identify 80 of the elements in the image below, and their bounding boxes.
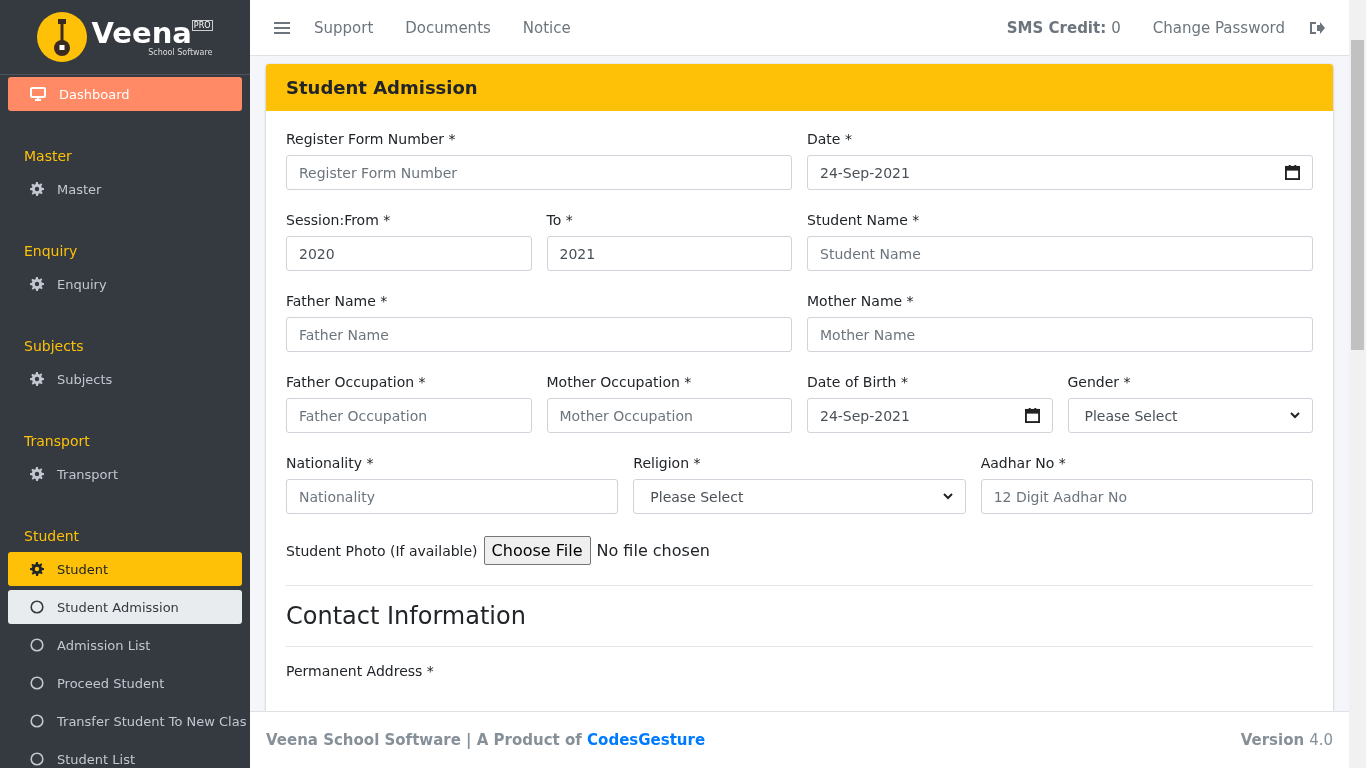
menu-section-title: Enquiry	[23, 242, 79, 261]
menu-section-title: Transport	[23, 432, 91, 451]
field-label: Student Name *	[807, 212, 921, 228]
field-label: Mother Occupation *	[546, 374, 693, 390]
change-password-link[interactable]: Change Password	[1136, 18, 1301, 37]
codesgesture-link[interactable]: CodesGesture	[587, 731, 706, 749]
field-label: Date *	[807, 131, 853, 147]
text-field[interactable]: 2021	[546, 236, 792, 271]
chevron-down-icon	[1290, 412, 1300, 419]
calendar-icon	[1024, 408, 1040, 423]
gear-icon	[30, 277, 44, 291]
sidebar-subitem[interactable]: Proceed Student	[8, 666, 242, 700]
circle-icon	[30, 638, 44, 652]
brand-tagline: School Software	[148, 47, 213, 57]
text-field[interactable]: Father Occupation	[286, 398, 532, 433]
gear-icon	[30, 372, 44, 386]
sms-credit-value: 0	[1111, 18, 1121, 37]
menu-icon	[274, 20, 290, 35]
chevron-down-icon	[942, 493, 953, 500]
sidebar-item[interactable]: Master	[8, 172, 242, 206]
menu-section-title: Master	[23, 147, 73, 166]
select-field[interactable]: Please Select	[1067, 398, 1313, 433]
nav-link[interactable]: Support	[298, 18, 390, 37]
field-label: Religion *	[633, 455, 702, 471]
calendar-icon	[1285, 165, 1300, 180]
circle-icon	[30, 714, 44, 728]
card-title: Student Admission	[286, 77, 478, 98]
field-label: To *	[546, 212, 574, 228]
sidebar-item[interactable]: Student	[8, 552, 242, 586]
menu-section-title: Student	[23, 527, 81, 546]
sidebar-item[interactable]: Enquiry	[8, 267, 242, 301]
field-label: Aadhar No *	[980, 455, 1067, 471]
select-field[interactable]: Please Select	[633, 479, 966, 514]
sidebar-subitem[interactable]: Student List	[8, 742, 242, 768]
footer-text: Veena School Software | A Product of CodesGesture	[266, 731, 706, 749]
brand-badge: PRO	[191, 19, 213, 31]
menu-section-title: Subjects	[23, 337, 85, 356]
sidebar-item[interactable]: Subjects	[8, 362, 242, 396]
field-label: Mother Name *	[807, 293, 915, 309]
version-number: 4.0	[1309, 731, 1333, 749]
monitor-icon	[30, 86, 46, 102]
section-title: Contact Information	[286, 602, 527, 630]
veena-logo-icon	[37, 12, 88, 62]
field-label: Register Form Number *	[286, 131, 457, 147]
field-label: Student Photo (If available)	[286, 542, 478, 559]
sidebar-subitem[interactable]: Student Admission	[8, 590, 242, 624]
brand-name: Veena	[91, 17, 192, 48]
text-field[interactable]: Student Name	[807, 236, 1313, 271]
sms-credit-label: SMS Credit:	[1006, 18, 1107, 37]
choose-file-button[interactable]: Choose File	[483, 536, 591, 565]
text-field[interactable]: Nationality	[286, 479, 619, 514]
field-label: Father Occupation *	[286, 374, 427, 390]
version-label: Version	[1240, 731, 1305, 749]
text-field[interactable]: 2020	[286, 236, 532, 271]
sidebar-subitem[interactable]: Admission List	[8, 628, 242, 662]
file-status: No file chosen	[596, 541, 710, 560]
field-label: Nationality *	[286, 455, 375, 471]
field-label: Session:From *	[286, 212, 392, 228]
date-field[interactable]: 24-Sep-2021	[807, 398, 1053, 433]
text-field[interactable]: Mother Occupation	[546, 398, 792, 433]
scrollbar[interactable]	[1349, 0, 1366, 768]
date-field[interactable]: 24-Sep-2021	[807, 155, 1313, 190]
field-label: Permanent Address *	[286, 663, 434, 679]
gear-icon	[30, 467, 44, 481]
field-label: Gender *	[1067, 374, 1132, 390]
circle-icon	[30, 600, 44, 614]
logout-icon	[1309, 20, 1325, 35]
nav-link[interactable]: Documents	[389, 18, 507, 37]
field-label: Date of Birth *	[807, 374, 909, 390]
text-field[interactable]: Register Form Number	[286, 155, 792, 190]
nav-link[interactable]: Notice	[506, 18, 587, 37]
sidebar-item[interactable]: Transport	[8, 457, 242, 491]
text-field[interactable]: 12 Digit Aadhar No	[980, 479, 1313, 514]
text-field[interactable]: Father Name	[286, 317, 792, 352]
circle-icon	[30, 752, 44, 766]
text-field[interactable]: Mother Name	[807, 317, 1313, 352]
field-label: Father Name *	[286, 293, 389, 309]
gear-icon	[30, 562, 44, 576]
circle-icon	[30, 676, 44, 690]
gear-icon	[30, 182, 44, 196]
